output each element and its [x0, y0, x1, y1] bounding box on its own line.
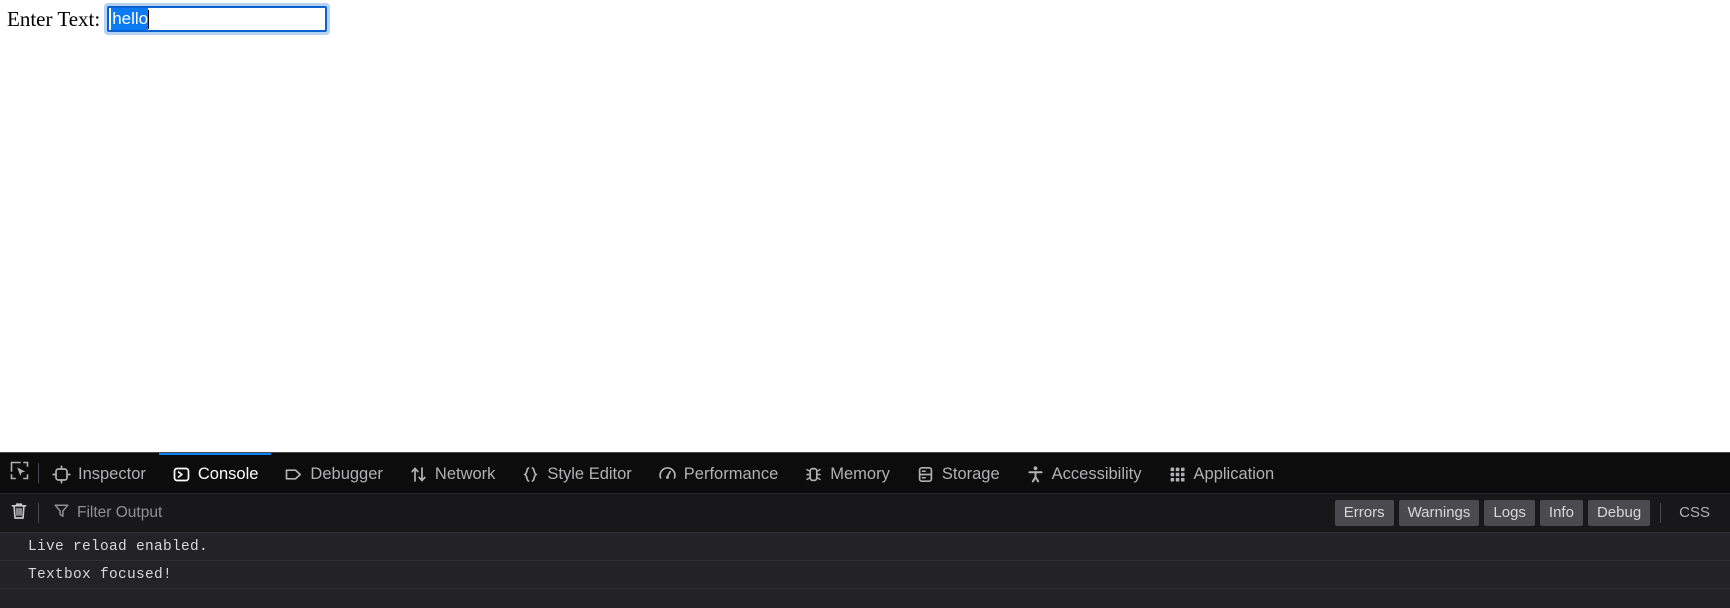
accessibility-icon [1026, 465, 1045, 484]
devtools-tab-list: Inspector Console Debugger Network Style… [39, 453, 1730, 493]
text-input-selected-value: hello [111, 8, 149, 30]
filter-output-input[interactable] [77, 504, 1335, 522]
memory-icon [804, 465, 823, 484]
filter-errors-button[interactable]: Errors [1334, 500, 1394, 526]
tab-label: Console [197, 464, 259, 483]
filter-warnings-button[interactable]: Warnings [1398, 500, 1480, 526]
tab-debugger[interactable]: Debugger [271, 453, 395, 493]
text-input-focus-ring: hello [104, 3, 331, 35]
tab-accessibility[interactable]: Accessibility [1013, 453, 1155, 493]
tab-label: Performance [683, 464, 779, 483]
tab-label: Network [434, 464, 496, 483]
console-icon [172, 465, 191, 484]
devtools-toolbar: Inspector Console Debugger Network Style… [0, 453, 1730, 494]
tab-style-editor[interactable]: Style Editor [508, 453, 644, 493]
enter-text-label: Enter Text: [7, 6, 101, 31]
text-input[interactable]: hello [107, 6, 328, 32]
tab-label: Style Editor [547, 464, 632, 483]
tab-label: Inspector [78, 464, 146, 483]
element-picker-icon [9, 460, 30, 486]
tab-label: Memory [830, 464, 890, 483]
filter-css-button[interactable]: CSS [1671, 500, 1718, 526]
tab-memory[interactable]: Memory [791, 453, 903, 493]
debugger-icon [284, 465, 303, 484]
tab-label: Application [1193, 464, 1275, 483]
console-message-row[interactable]: Textbox focused! [0, 561, 1730, 589]
text-caret [148, 9, 150, 29]
storage-icon [916, 465, 935, 484]
devtools-panel: Inspector Console Debugger Network Style… [0, 452, 1730, 608]
filter-output-wrap [39, 502, 1335, 524]
tab-inspector[interactable]: Inspector [39, 453, 159, 493]
console-message-text: Textbox focused! [28, 566, 173, 583]
console-output: Live reload enabled. Textbox focused! [0, 533, 1730, 608]
style-editor-icon [521, 465, 540, 484]
element-picker-button[interactable] [0, 453, 38, 493]
tab-performance[interactable]: Performance [645, 453, 791, 493]
console-message-row[interactable]: Live reload enabled. [0, 533, 1730, 561]
clear-console-button[interactable] [0, 501, 38, 526]
console-filter-bar: Errors Warnings Logs Info Debug CSS [0, 494, 1730, 533]
performance-icon [658, 465, 677, 484]
network-icon [409, 465, 428, 484]
tab-application[interactable]: Application [1155, 453, 1288, 493]
filter-logs-button[interactable]: Logs [1484, 500, 1535, 526]
funnel-icon [53, 502, 70, 524]
text-entry-form-row: Enter Text: hello [7, 3, 331, 35]
filter-debug-button[interactable]: Debug [1587, 500, 1651, 526]
trash-icon [9, 501, 29, 526]
web-page-content: Enter Text: hello [0, 0, 1730, 452]
tab-storage[interactable]: Storage [903, 453, 1013, 493]
filter-buttons-separator [1660, 503, 1662, 523]
console-message-text: Live reload enabled. [28, 538, 209, 555]
tab-label: Accessibility [1051, 464, 1142, 483]
inspector-icon [52, 464, 71, 484]
tab-network[interactable]: Network [396, 453, 509, 493]
filter-info-button[interactable]: Info [1539, 500, 1583, 526]
console-filter-buttons: Errors Warnings Logs Info Debug CSS [1334, 500, 1730, 526]
tab-label: Debugger [310, 464, 383, 483]
tab-console[interactable]: Console [158, 453, 272, 493]
tab-label: Storage [941, 464, 1000, 483]
application-icon [1168, 465, 1187, 484]
